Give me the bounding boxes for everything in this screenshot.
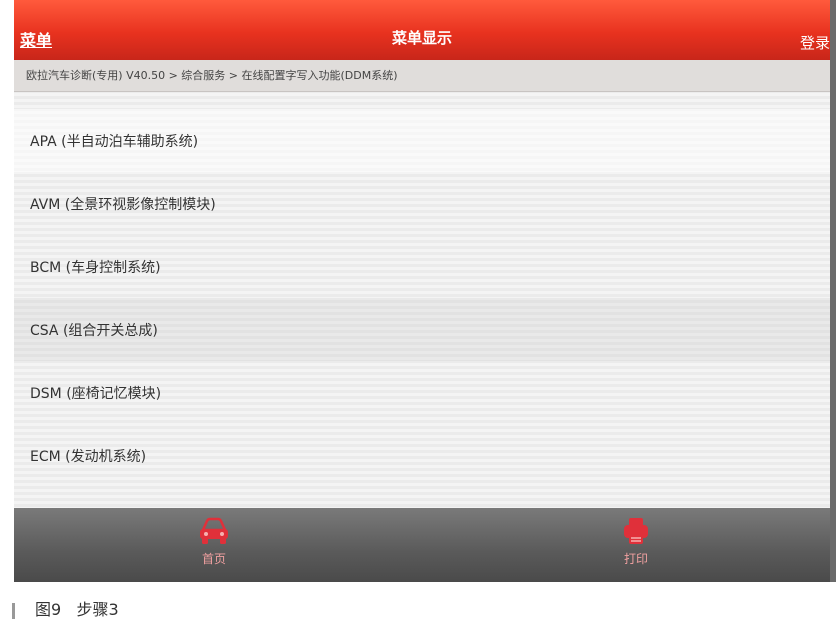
list-item-label: DSM (座椅记忆模块) <box>30 385 162 402</box>
list-item-label: APA (半自动泊车辅助系统) <box>30 133 199 150</box>
diagnostic-screen: 菜单 菜单显示 登录 欧拉汽车诊断(专用) V40.50 > 综合服务 > 在线… <box>14 0 836 582</box>
home-label: 首页 <box>201 552 226 566</box>
top-bar: 菜单 菜单显示 登录 <box>14 0 830 60</box>
list-item-bcm[interactable]: BCM (车身控制系统) <box>14 235 830 298</box>
list-item-apa[interactable]: APA (半自动泊车辅助系统) <box>14 109 830 172</box>
car-icon <box>200 517 228 544</box>
figure-text: 步骤3 <box>76 600 119 619</box>
figure-number: 图9 <box>35 600 62 619</box>
list-item-dsm[interactable]: DSM (座椅记忆模块) <box>14 361 830 424</box>
login-button[interactable]: 登录 <box>800 32 830 53</box>
figure-caption: 图9 步骤3 <box>12 596 119 620</box>
page-title: 菜单显示 <box>391 29 452 47</box>
caption-marker <box>12 602 15 619</box>
home-button[interactable]: 首页 <box>174 516 254 576</box>
list-item-csa[interactable]: CSA (组合开关总成) <box>14 298 830 361</box>
printer-icon <box>624 518 648 544</box>
list-item-ecm[interactable]: ECM (发动机系统) <box>14 424 830 487</box>
list-item-label: BCM (车身控制系统) <box>30 259 161 276</box>
list-item-label: CSA (组合开关总成) <box>30 322 158 339</box>
system-list: APA (半自动泊车辅助系统) AVM (全景环视影像控制模块) BCM (车身… <box>14 93 830 508</box>
list-item-label: ECM (发动机系统) <box>30 448 147 465</box>
list-item-avm[interactable]: AVM (全景环视影像控制模块) <box>14 172 830 235</box>
list-item-label: AVM (全景环视影像控制模块) <box>30 196 216 213</box>
breadcrumb: 欧拉汽车诊断(专用) V40.50 > 综合服务 > 在线配置字写入功能(DDM… <box>14 60 830 92</box>
print-button[interactable]: 打印 <box>596 516 676 576</box>
print-label: 打印 <box>623 552 648 566</box>
bottom-nav-bar: 首页 打印 <box>14 508 830 582</box>
